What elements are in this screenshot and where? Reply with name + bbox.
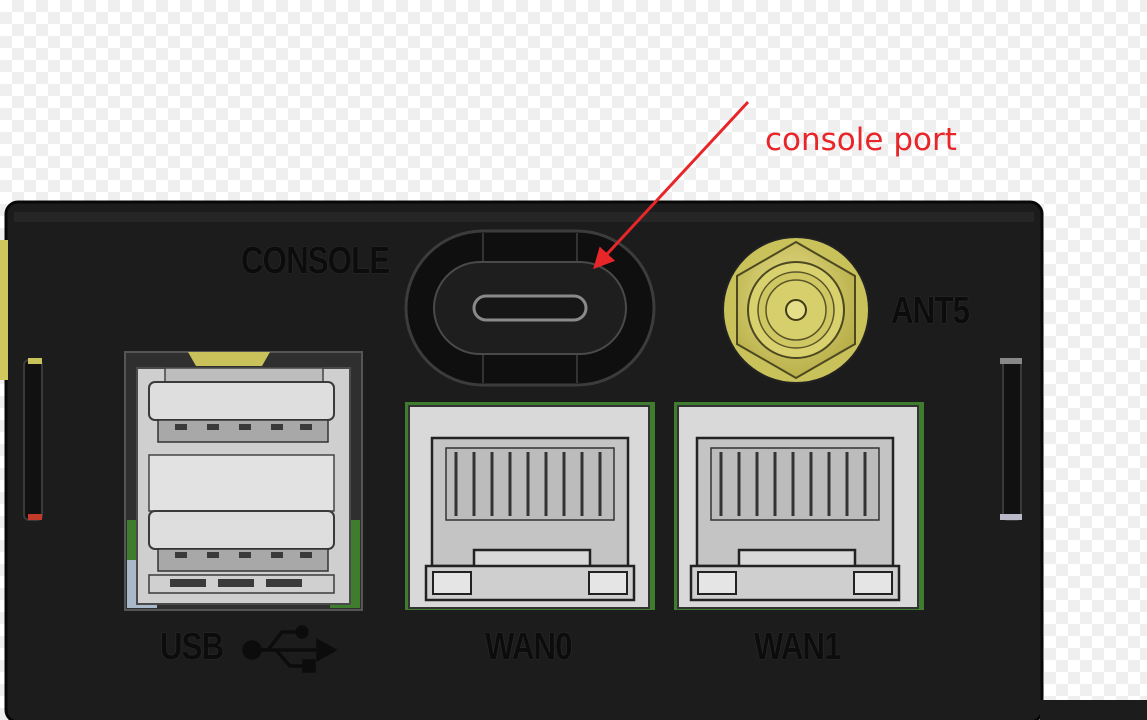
console-port-annotation: console port	[765, 122, 957, 158]
console-label: CONSOLE	[241, 240, 390, 282]
antenna-connector	[722, 236, 870, 384]
wan0-label: WAN0	[485, 626, 573, 668]
wan1-label: WAN1	[754, 626, 842, 668]
wan1-port	[674, 402, 924, 610]
wan0-port	[405, 402, 655, 610]
console-port	[404, 229, 656, 387]
device-front-panel-diagram	[0, 100, 1147, 720]
antenna-label: ANT5	[891, 290, 970, 332]
usb-label: USB	[160, 626, 224, 668]
usb-port	[124, 351, 363, 611]
